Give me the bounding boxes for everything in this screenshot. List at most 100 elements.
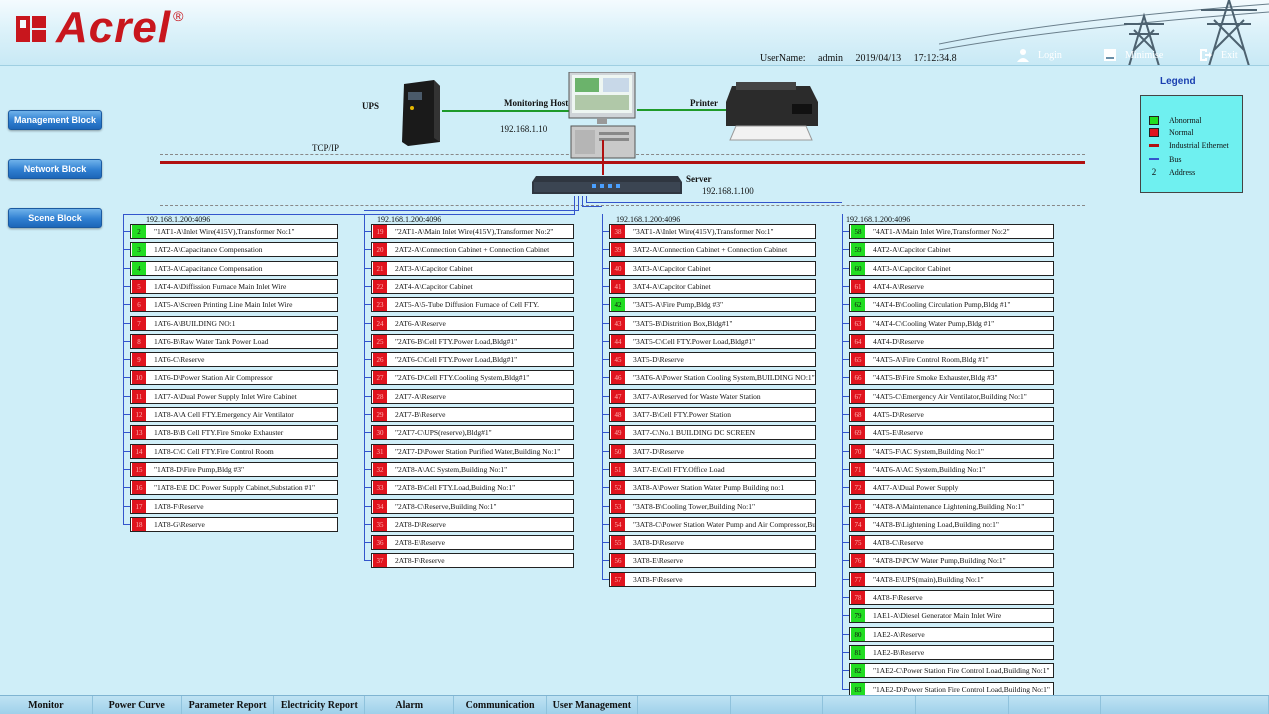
meter-item[interactable]: 69 4AT5-E\Reserve [849,425,1054,440]
meter-item[interactable]: 72 4AT7-A\Dual Power Supply [849,480,1054,495]
meter-item[interactable]: 75 4AT8-C\Reserve [849,535,1054,550]
meter-item[interactable]: 62 "4AT4-B\Cooling Circulation Pump,Bldg … [849,297,1054,312]
nav-tab-user-management[interactable]: User Management [547,696,638,714]
meter-item[interactable]: 34 "2AT8-C\Reserve,Building No:1" [371,499,574,514]
scene-block-button[interactable]: Scene Block [8,208,102,228]
meter-item[interactable]: 40 3AT3-A\Capcitor Cabinet [609,261,816,276]
meter-item[interactable]: 14 1AT8-C\C Cell FTY.Fire Control Room [130,444,338,459]
meter-item[interactable]: 49 3AT7-C\No.1 BUILDING DC SCREEN [609,425,816,440]
meter-item[interactable]: 57 3AT8-F\Reserve [609,572,816,587]
meter-item[interactable]: 56 3AT8-E\Reserve [609,553,816,568]
server-icon[interactable] [532,174,682,196]
meter-item[interactable]: 41 3AT4-A\Capcitor Cabinet [609,279,816,294]
meter-item[interactable]: 23 2AT5-A\5-Tube Diffusion Furnace of Cel… [371,297,574,312]
meter-item[interactable]: 17 1AT8-F\Reserve [130,499,338,514]
meter-item[interactable]: 24 2AT6-A\Reserve [371,316,574,331]
ups-icon[interactable] [398,80,442,146]
meter-item[interactable]: 27 "2AT6-D\Cell FTY.Cooling System,Bldg#1… [371,370,574,385]
meter-item[interactable]: 21 2AT3-A\Capcitor Cabinet [371,261,574,276]
meter-item[interactable]: 10 1AT6-D\Power Station Air Compressor [130,370,338,385]
minimise-button[interactable]: Minimise [1103,46,1163,64]
meter-item[interactable]: 29 2AT7-B\Reserve [371,407,574,422]
meter-item[interactable]: 73 "4AT8-A\Maintenance Lightening,Buildin… [849,499,1054,514]
meter-item[interactable]: 4 1AT3-A\Capacitance Compensation [130,261,338,276]
nav-tab-monitor[interactable]: Monitor [0,696,93,714]
nav-tab-power-curve[interactable]: Power Curve [93,696,182,714]
nav-tab-empty[interactable] [823,696,916,714]
meter-item[interactable]: 12 1AT8-A\A Cell FTY.Emergency Air Ventil… [130,407,338,422]
printer-icon[interactable] [722,82,820,142]
meter-item[interactable]: 78 4AT8-F\Reserve [849,590,1054,605]
meter-item[interactable]: 11 1AT7-A\Dual Power Supply Inlet Wire Ca… [130,389,338,404]
meter-item[interactable]: 65 "4AT5-A\Fire Control Room,Bldg #1" [849,352,1054,367]
meter-item[interactable]: 77 "4AT8-E\UPS(main),Building No:1" [849,572,1054,587]
meter-item[interactable]: 26 "2AT6-C\Cell FTY.Power Load,Bldg#1" [371,352,574,367]
meter-item[interactable]: 63 "4AT4-C\Cooling Water Pump,Bldg #1" [849,316,1054,331]
meter-item[interactable]: 8 1AT6-B\Raw Water Tank Power Load [130,334,338,349]
meter-item[interactable]: 70 "4AT5-F\AC System,Building No:1" [849,444,1054,459]
meter-item[interactable]: 15 "1AT8-D\Fire Pump,Bldg #3" [130,462,338,477]
meter-item[interactable]: 81 1AE2-B\Reserve [849,645,1054,660]
meter-item[interactable]: 51 3AT7-E\Cell FTY.Office Load [609,462,816,477]
meter-item[interactable]: 13 1AT8-B\B Cell FTY.Fire Smoke Exhauster [130,425,338,440]
meter-item[interactable]: 5 1AT4-A\Diffission Furnace Main Inlet Wi… [130,279,338,294]
meter-item[interactable]: 38 "3AT1-A\Inlet Wire(415V),Transformer N… [609,224,816,239]
meter-item[interactable]: 19 "2AT1-A\Main Inlet Wire(415V),Transfor… [371,224,574,239]
meter-item[interactable]: 25 "2AT6-B\Cell FTY.Power Load,Bldg#1" [371,334,574,349]
meter-item[interactable]: 36 2AT8-E\Reserve [371,535,574,550]
meter-item[interactable]: 2 "1AT1-A\Inlet Wire(415V),Transformer No… [130,224,338,239]
meter-item[interactable]: 46 "3AT6-A\Power Station Cooling System,B… [609,370,816,385]
meter-item[interactable]: 3 1AT2-A\Capacitance Compensation [130,242,338,257]
meter-item[interactable]: 47 3AT7-A\Reserved for Waste Water Statio… [609,389,816,404]
nav-tab-empty[interactable] [916,696,1009,714]
meter-item[interactable]: 59 4AT2-A\Capcitor Cabinet [849,242,1054,257]
meter-item[interactable]: 9 1AT6-C\Reserve [130,352,338,367]
network-block-button[interactable]: Network Block [8,159,102,179]
management-block-button[interactable]: Management Block [8,110,102,130]
meter-item[interactable]: 42 "3AT5-A\Fire Pump,Bldg #3" [609,297,816,312]
meter-item[interactable]: 79 1AE1-A\Diesel Generator Main Inlet Wir… [849,608,1054,623]
meter-item[interactable]: 28 2AT7-A\Reserve [371,389,574,404]
meter-item[interactable]: 60 4AT3-A\Capcitor Cabinet [849,261,1054,276]
meter-item[interactable]: 71 "4AT6-A\AC System,Building No:1" [849,462,1054,477]
meter-item[interactable]: 35 2AT8-D\Reserve [371,517,574,532]
nav-tab-empty[interactable] [638,696,731,714]
nav-tab-parameter-report[interactable]: Parameter Report [182,696,275,714]
meter-item[interactable]: 7 1AT6-A\BUILDING NO:1 [130,316,338,331]
meter-item[interactable]: 67 "4AT5-C\Emergency Air Ventilator,Build… [849,389,1054,404]
meter-item[interactable]: 58 "4AT1-A\Main Inlet Wire,Transformer No… [849,224,1054,239]
meter-item[interactable]: 22 2AT4-A\Capcitor Cabinet [371,279,574,294]
meter-item[interactable]: 45 3AT5-D\Reserve [609,352,816,367]
meter-item[interactable]: 55 3AT8-D\Reserve [609,535,816,550]
nav-tab-empty[interactable] [731,696,824,714]
meter-item[interactable]: 31 "2AT7-D\Power Station Purified Water,B… [371,444,574,459]
meter-item[interactable]: 64 4AT4-D\Reserve [849,334,1054,349]
meter-item[interactable]: 43 "3AT5-B\Distrition Box,Bldg#1" [609,316,816,331]
nav-tab-alarm[interactable]: Alarm [365,696,455,714]
meter-item[interactable]: 44 "3AT5-C\Cell FTY.Power Load,Bldg#1" [609,334,816,349]
meter-item[interactable]: 76 "4AT8-D\PCW Water Pump,Building No:1" [849,553,1054,568]
nav-tab-communication[interactable]: Communication [454,696,547,714]
meter-item[interactable]: 66 "4AT5-B\Fire Smoke Exhauster,Bldg #3" [849,370,1054,385]
meter-item[interactable]: 54 "3AT8-C\Power Station Water Pump and A… [609,517,816,532]
meter-item[interactable]: 80 1AE2-A\Reserve [849,627,1054,642]
meter-item[interactable]: 30 "2AT7-C\UPS(reserve),Bldg#1" [371,425,574,440]
meter-item[interactable]: 32 "2AT8-A\AC System,Building No:1" [371,462,574,477]
meter-item[interactable]: 74 "4AT8-B\Lightening Load,Building no:1" [849,517,1054,532]
meter-item[interactable]: 6 1AT5-A\Screen Printing Line Main Inlet … [130,297,338,312]
meter-item[interactable]: 50 3AT7-D\Reserve [609,444,816,459]
nav-tab-empty[interactable] [1009,696,1102,714]
meter-item[interactable]: 33 "2AT8-B\Cell FTY.Load,Buiding No:1" [371,480,574,495]
nav-tab-electricity-report[interactable]: Electricity Report [274,696,366,714]
meter-item[interactable]: 20 2AT2-A\Connection Cabinet + Connection… [371,242,574,257]
meter-item[interactable]: 18 1AT8-G\Reserve [130,517,338,532]
meter-item[interactable]: 53 "3AT8-B\Cooling Tower,Building No:1" [609,499,816,514]
meter-item[interactable]: 82 "1AE2-C\Power Station Fire Control Loa… [849,663,1054,678]
login-button[interactable]: Login [1016,46,1062,64]
meter-item[interactable]: 61 4AT4-A\Reserve [849,279,1054,294]
nav-tab-empty[interactable] [1101,696,1269,714]
meter-item[interactable]: 37 2AT8-F\Reserve [371,553,574,568]
meter-item[interactable]: 52 3AT8-A\Power Station Water Pump Buildi… [609,480,816,495]
meter-item[interactable]: 48 3AT7-B\Cell FTY.Power Station [609,407,816,422]
meter-item[interactable]: 68 4AT5-D\Reserve [849,407,1054,422]
